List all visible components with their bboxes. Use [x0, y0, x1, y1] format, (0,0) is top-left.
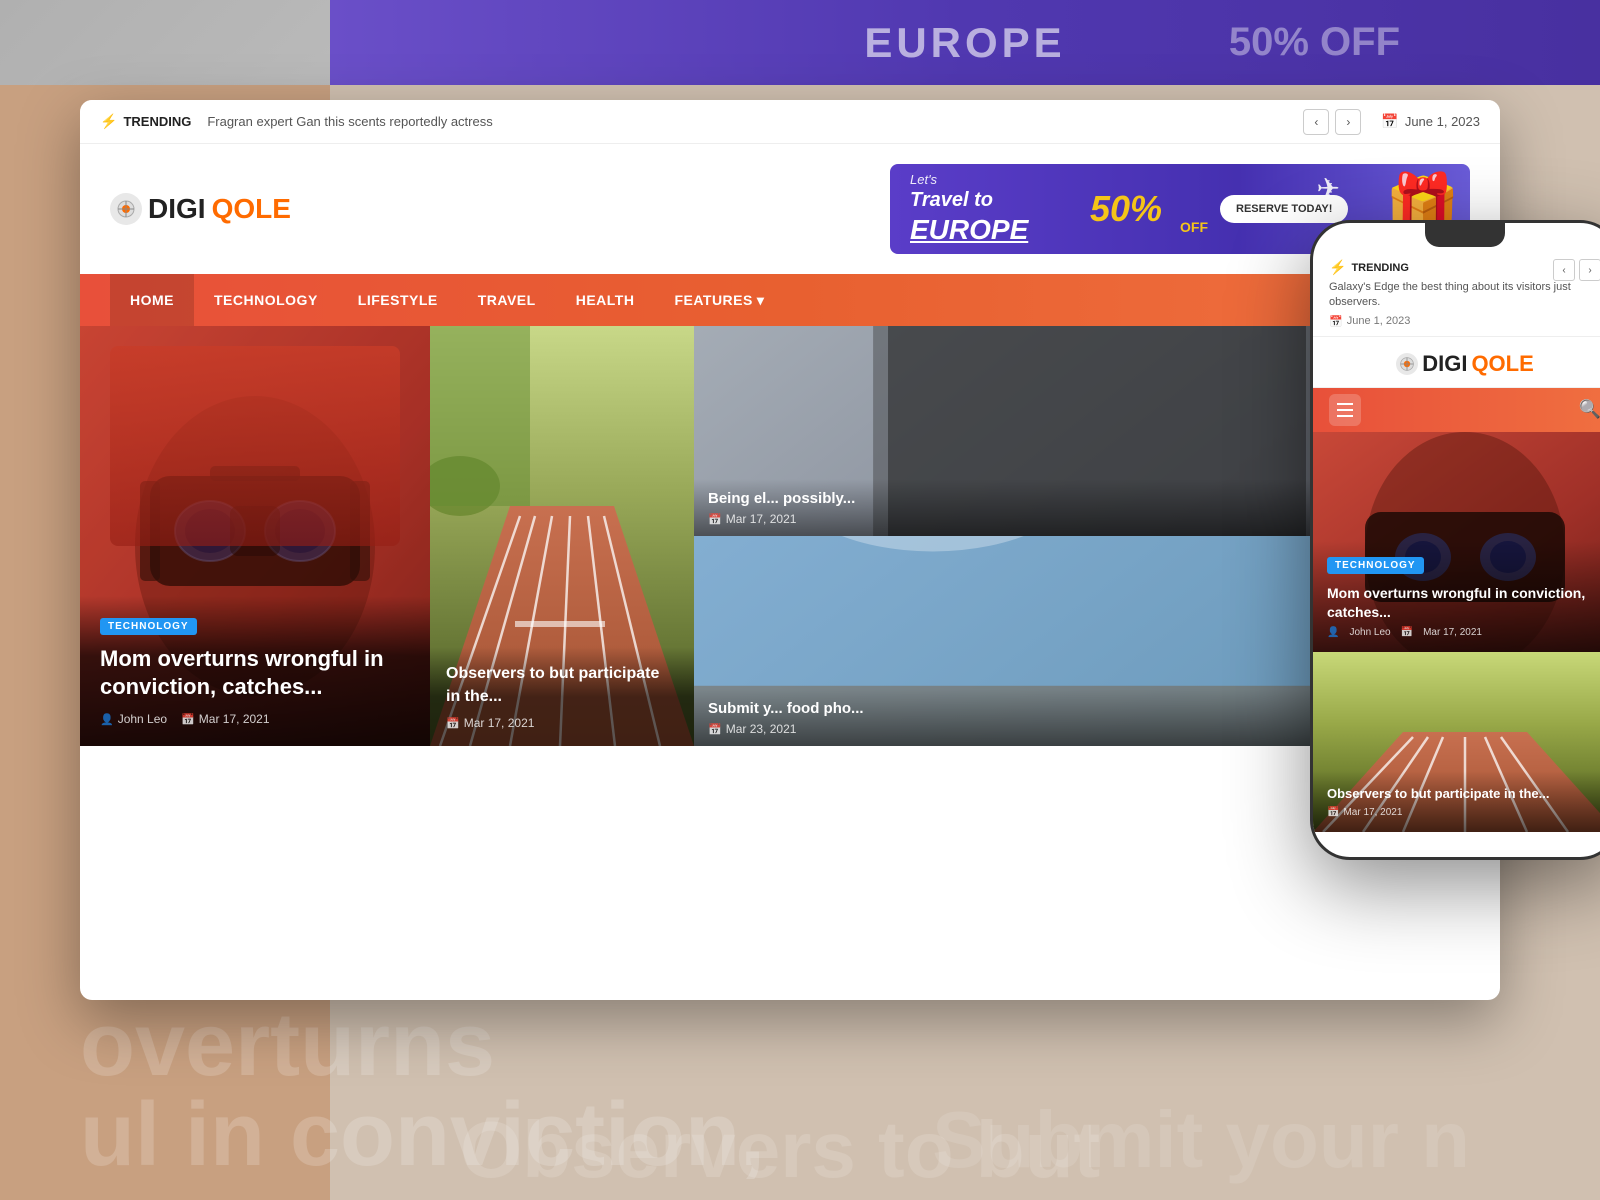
phone-lightning-icon: ⚡ — [1329, 259, 1346, 276]
phone-author: John Leo — [1349, 627, 1390, 638]
phone-logo[interactable]: DIGIQOLE — [1313, 337, 1600, 388]
trending-text-label: TRENDING — [123, 114, 191, 129]
article-date4: Mar 23, 2021 — [726, 722, 797, 736]
phone-track-overlay: Observers to but participate in the... 📅… — [1313, 771, 1600, 832]
nav-health[interactable]: HEALTH — [556, 274, 655, 326]
phone-notch — [1425, 223, 1505, 247]
ad-travel: Travel to — [910, 189, 1028, 212]
calendar-icon: 📅 — [1381, 113, 1398, 130]
bg-banner: EUROPE 50% OFF — [330, 0, 1600, 85]
phone-article-meta: 👤 John Leo 📅 Mar 17, 2021 — [1327, 627, 1600, 638]
desktop-window: ⚡ TRENDING Fragran expert Gan this scent… — [80, 100, 1500, 1000]
article-tag[interactable]: TECHNOLOGY — [100, 618, 197, 635]
ad-plane-icon: ✈ — [1317, 172, 1340, 205]
site-header: DIGIQOLE Let's Travel to EUROPE 50% OFF … — [80, 144, 1500, 274]
trending-next-button[interactable]: › — [1335, 109, 1361, 135]
hamburger-line — [1337, 409, 1353, 411]
phone-article-card-track[interactable]: Observers to but participate in the... 📅… — [1313, 652, 1600, 832]
phone-trending-bar: ⚡ TRENDING ‹ › Galaxy's Edge the best th… — [1313, 247, 1600, 337]
ad-off: OFF — [1180, 219, 1208, 235]
nav-home[interactable]: HOME — [110, 274, 194, 326]
phone-cal-icon2: 📅 — [1401, 627, 1413, 638]
author-icon: 👤 — [100, 713, 114, 726]
phone-date: 📅 June 1, 2023 — [1329, 315, 1600, 328]
bg-bottom-text-area: overturns ul in conviction, Observers to… — [0, 1000, 1600, 1200]
phone-article-tag: TECHNOLOGY — [1327, 557, 1424, 574]
date-icon: 📅 — [181, 713, 195, 726]
trending-date: June 1, 2023 — [1405, 114, 1480, 129]
date-icon4: 📅 — [708, 723, 722, 736]
lightning-icon: ⚡ — [100, 113, 117, 130]
phone-next-button[interactable]: › — [1579, 259, 1600, 281]
logo-icon — [110, 193, 142, 225]
features-chevron-icon: ▾ — [757, 292, 765, 309]
author-info: 👤 John Leo — [100, 712, 167, 726]
article-date: Mar 17, 2021 — [199, 712, 270, 726]
article-card-medium[interactable]: Observers to but participate in the... 📅… — [430, 326, 694, 746]
article-card-large[interactable]: TECHNOLOGY Mom overturns wrongful in con… — [80, 326, 430, 746]
trending-headline: Fragran expert Gan this scents reportedl… — [207, 114, 1303, 129]
phone-nav-bar: 🔍 — [1313, 388, 1600, 432]
phone-prev-button[interactable]: ‹ — [1553, 259, 1575, 281]
nav-travel[interactable]: TRAVEL — [458, 274, 556, 326]
article-meta-medium: 📅 Mar 17, 2021 — [446, 716, 678, 730]
article-meta-large: 👤 John Leo 📅 Mar 17, 2021 — [100, 712, 410, 726]
date-icon3: 📅 — [708, 513, 722, 526]
nav-features[interactable]: FEATURES ▾ — [654, 274, 784, 326]
phone-track-date: 📅 Mar 17, 2021 — [1327, 807, 1600, 818]
ad-lets: Let's — [910, 172, 1028, 187]
trending-bar: ⚡ TRENDING Fragran expert Gan this scent… — [80, 100, 1500, 144]
phone-article-card-large[interactable]: TECHNOLOGY Mom overturns wrongful in con… — [1313, 432, 1600, 652]
content-area: TECHNOLOGY Mom overturns wrongful in con… — [80, 326, 1500, 746]
logo-svg — [116, 199, 136, 219]
hamburger-line — [1337, 415, 1353, 417]
nav-lifestyle[interactable]: LIFESTYLE — [338, 274, 458, 326]
phone-article-title: Mom overturns wrongful in conviction, ca… — [1327, 584, 1600, 620]
phone-search-button[interactable]: 🔍 — [1579, 399, 1600, 420]
nav-bar: HOME TECHNOLOGY LIFESTYLE TRAVEL HEALTH … — [80, 274, 1500, 326]
article-date3: Mar 17, 2021 — [726, 512, 797, 526]
phone-date1: Mar 17, 2021 — [1423, 627, 1482, 638]
phone-content: TECHNOLOGY Mom overturns wrongful in con… — [1313, 432, 1600, 860]
author-name: John Leo — [118, 712, 167, 726]
nav-technology[interactable]: TECHNOLOGY — [194, 274, 338, 326]
hamburger-menu-button[interactable] — [1329, 394, 1361, 426]
bg-text-right: Submit your n — [932, 1100, 1470, 1180]
phone-trending-nav: ‹ › — [1553, 259, 1600, 281]
ad-percent: 50% — [1090, 188, 1162, 230]
trending-prev-button[interactable]: ‹ — [1303, 109, 1329, 135]
phone-article-overlay: TECHNOLOGY Mom overturns wrongful in con… — [1313, 541, 1600, 651]
phone-cal-icon: 📅 — [1329, 315, 1343, 328]
phone-logo-icon — [1396, 353, 1418, 375]
article-overlay-medium: Observers to but participate in the... 📅… — [430, 647, 694, 746]
date-info: 📅 Mar 17, 2021 — [181, 712, 269, 726]
ad-europe: EUROPE — [910, 214, 1028, 246]
phone-author-icon: 👤 — [1327, 627, 1339, 638]
phone-trending-text: Galaxy's Edge the best thing about its v… — [1329, 280, 1600, 311]
article-title-large: Mom overturns wrongful in conviction, ca… — [100, 645, 410, 702]
trending-nav: ‹ › — [1303, 109, 1361, 135]
article-overlay-large: TECHNOLOGY Mom overturns wrongful in con… — [80, 596, 430, 746]
mobile-phone-overlay: ⚡ TRENDING ‹ › Galaxy's Edge the best th… — [1310, 220, 1600, 860]
article-title-medium: Observers to but participate in the... — [446, 663, 678, 708]
site-logo[interactable]: DIGIQOLE — [110, 193, 291, 225]
article-date2: Mar 17, 2021 — [464, 716, 535, 730]
hamburger-line — [1337, 403, 1353, 405]
phone-date-icon: 📅 — [1327, 807, 1339, 818]
trending-label: ⚡ TRENDING — [100, 113, 191, 130]
date-icon2: 📅 — [446, 717, 460, 730]
date-display: 📅 June 1, 2023 — [1381, 113, 1480, 130]
phone-track-title: Observers to but participate in the... — [1327, 785, 1600, 803]
